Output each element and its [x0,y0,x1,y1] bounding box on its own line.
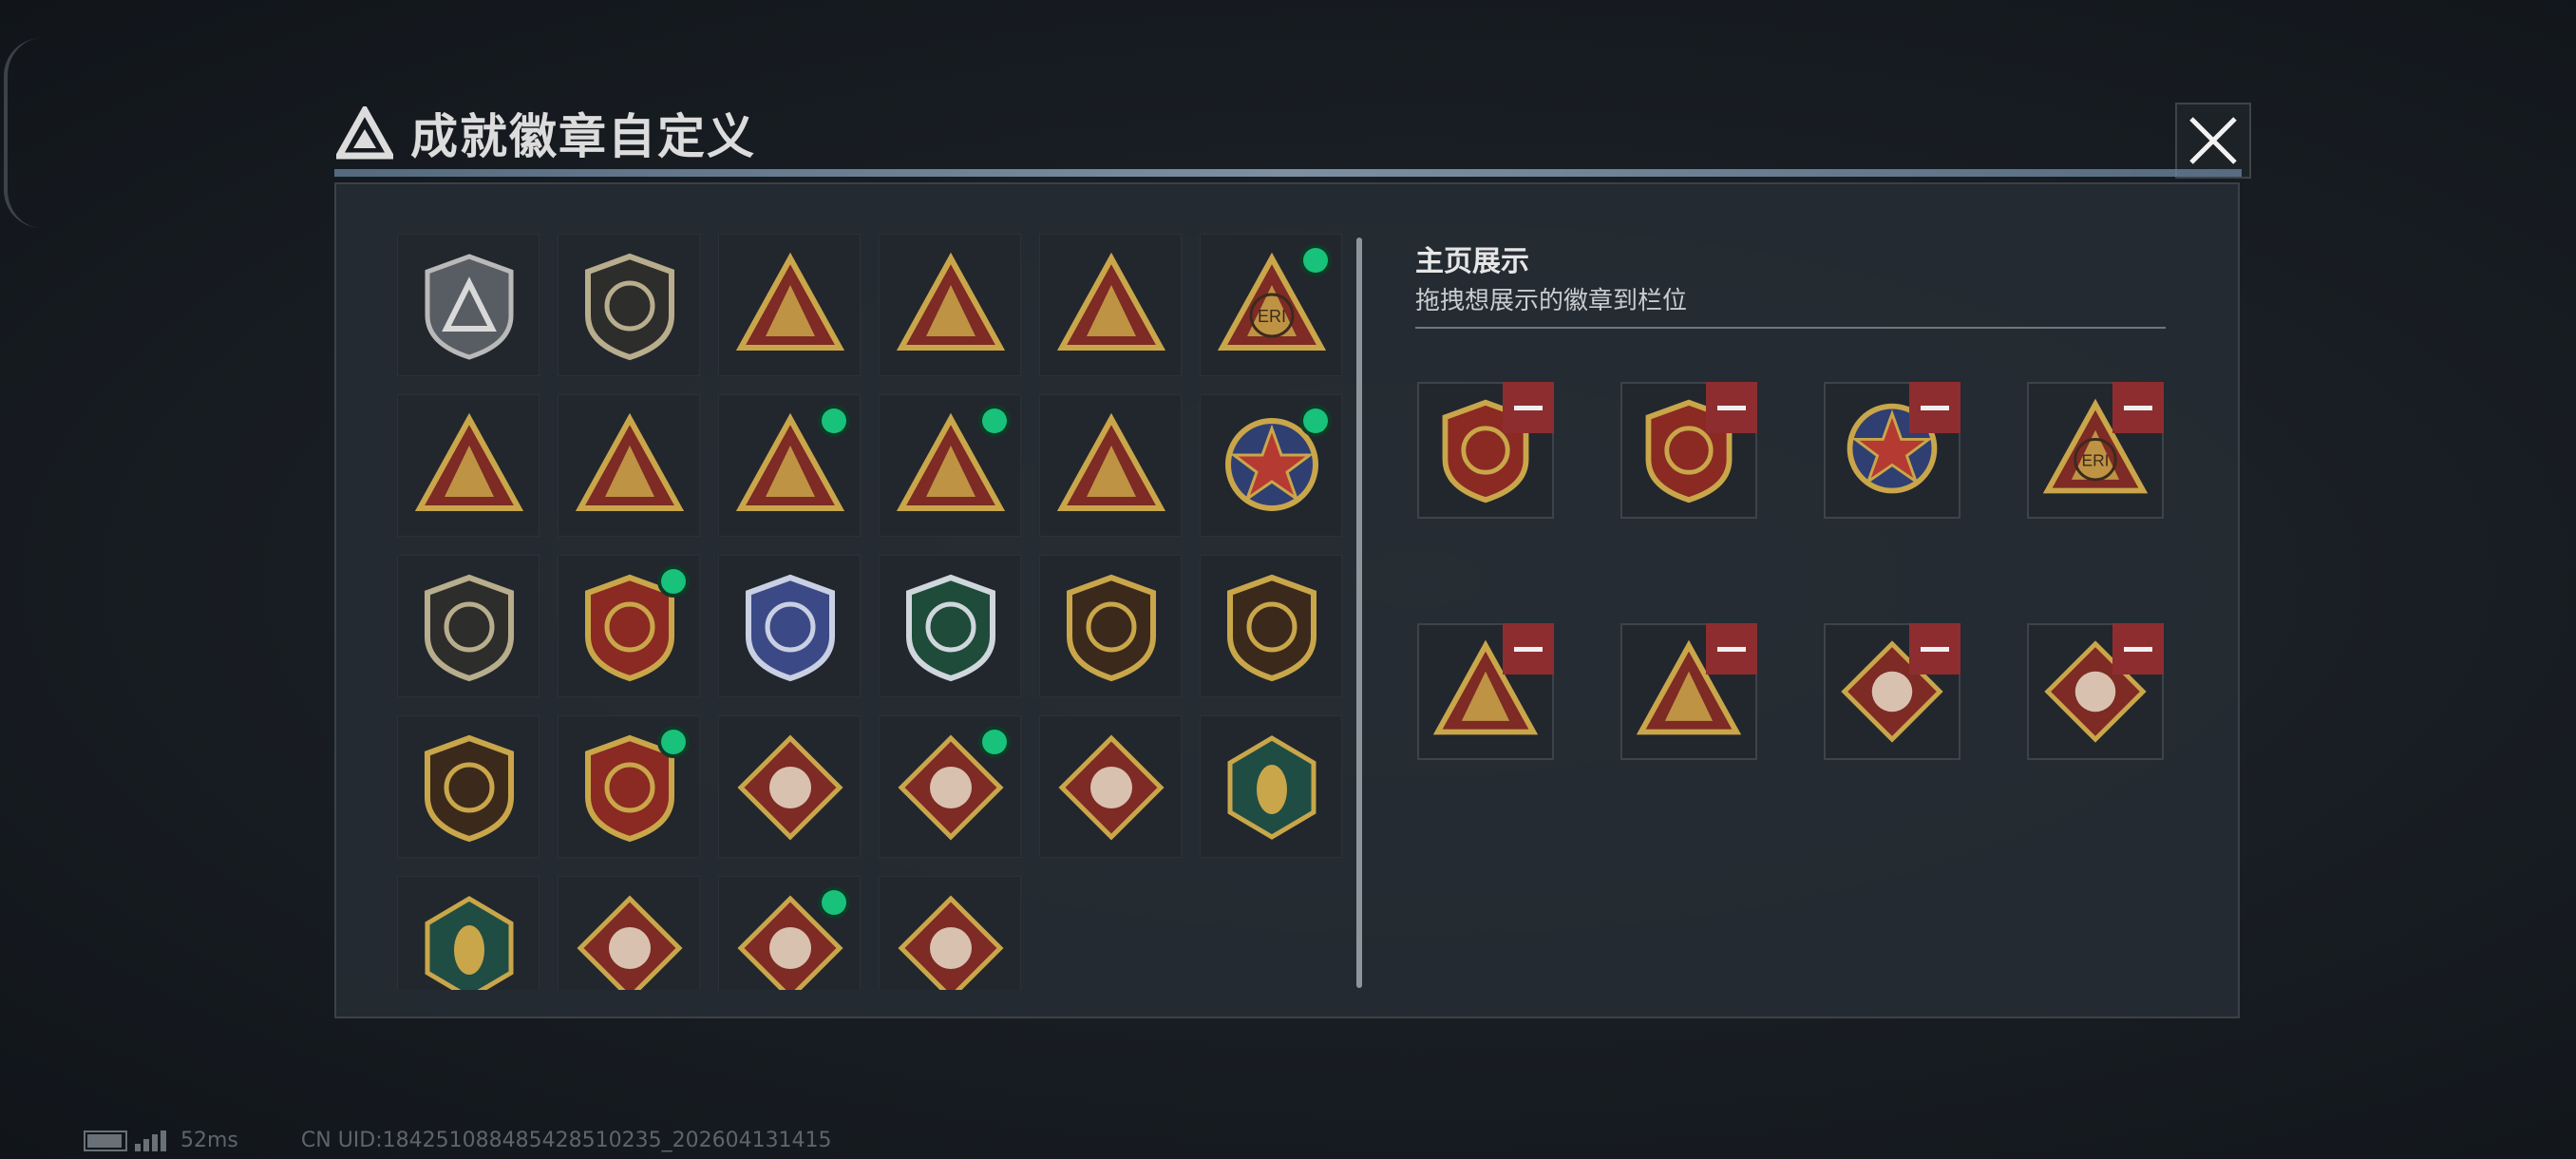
badge-cell[interactable] [879,234,1021,376]
remove-badge-button[interactable] [1706,382,1757,433]
equipped-indicator [822,408,846,433]
badge-cell[interactable] [1039,715,1182,858]
remove-badge-button[interactable] [1909,382,1960,433]
diamond-shield-badge-icon [746,574,835,682]
tower-triangle-badge-icon [735,252,845,351]
badge-cell[interactable]: ERI [1200,234,1342,376]
badge-cell[interactable] [1039,234,1182,376]
soldier-triangle-badge-icon [1056,252,1166,351]
badge-cell[interactable] [718,234,861,376]
page-title: 成就徽章自定义 [410,109,756,164]
remove-badge-button[interactable] [2112,382,2164,433]
equipped-indicator [822,890,846,915]
uid-text: CN UID:1842510884854285102​35_2026041314… [300,1129,832,1152]
showcase-slot[interactable] [1620,382,1757,519]
showcase-slot[interactable] [1824,623,1960,760]
close-button[interactable] [2175,103,2251,179]
badge-cell[interactable] [558,555,700,697]
showcase-title: 主页展示 [1415,245,1529,278]
badge-cell[interactable] [397,555,540,697]
hand-triangle-badge-icon [414,412,524,511]
showcase-subtitle: 拖拽想展示的徽章到栏位 [1415,287,1688,315]
remove-badge-button[interactable] [1503,623,1554,674]
badge-cell[interactable] [558,394,700,537]
badge-cell[interactable] [879,394,1021,537]
header-divider [334,169,2242,177]
badge-cell[interactable] [558,715,700,858]
showcase-slot[interactable] [1417,382,1554,519]
badge-cell[interactable] [1200,555,1342,697]
badge-cell[interactable] [1039,555,1182,697]
green-hexagon-badge-icon [425,896,514,990]
badge-cell[interactable] [558,234,700,376]
remove-badge-button[interactable] [2112,623,2164,674]
triangle-logo-icon [336,106,393,160]
badge-cell[interactable] [879,876,1021,990]
showcase-slot[interactable]: ERI [2027,382,2164,519]
badge-cell[interactable] [397,715,540,858]
remove-badge-button[interactable] [1909,623,1960,674]
remove-badge-button[interactable] [1706,623,1757,674]
showcase-slot[interactable] [1824,382,1960,519]
equipped-indicator [982,408,1007,433]
svg-text:ERI: ERI [1258,307,1286,326]
sniper-shield-badge-icon [425,734,514,843]
badge-cell[interactable] [397,394,540,537]
badge-cell[interactable] [718,876,861,990]
badge-cell[interactable] [1200,394,1342,537]
wolf-diamond-badge-icon [737,734,843,841]
wasp-hexagon-badge-icon [1227,735,1316,840]
equipped-indicator [661,569,686,594]
vehicle-triangle-badge-icon [896,252,1006,351]
badge-cell[interactable] [718,555,861,697]
badge-cell[interactable] [879,715,1021,858]
gray-shield-triangle-badge-icon [425,254,514,360]
signal-icon [135,1130,169,1151]
badge-cell[interactable] [1200,715,1342,858]
badge-cell[interactable] [1039,394,1182,537]
chevron-shield-badge-icon [425,574,514,682]
runner-diamond-badge-icon [898,895,1004,990]
squad-triangle-badge-icon [1056,412,1166,511]
showcase-slot[interactable] [1417,623,1554,760]
badge-cell[interactable] [718,394,861,537]
dragon-diamond-badge-icon [577,895,683,990]
battery-icon [84,1130,127,1151]
rifle-shield-badge-2-icon [1227,574,1316,682]
fist-diamond-badge-icon [1058,734,1165,841]
helicopter-shield-badge-icon [585,253,674,361]
grid-scrollbar[interactable] [1356,238,1362,988]
remove-badge-button[interactable] [1503,382,1554,433]
badge-grid[interactable]: ERI [397,234,1347,990]
badge-cell[interactable] [718,715,861,858]
screen-edge-arc [4,38,46,228]
close-icon [2189,117,2237,164]
status-footer: 52ms CN UID:1842510884854285102​35_20260… [84,1129,832,1152]
showcase-slot[interactable] [2027,623,2164,760]
svg-text:ERI: ERI [2082,450,2110,469]
badge-cell[interactable] [397,234,540,376]
number-one-triangle-badge-icon [575,412,685,511]
equipped-indicator [982,730,1007,754]
equipped-indicator [1303,248,1328,273]
equipped-indicator [661,730,686,754]
showcase-slot[interactable] [1620,623,1757,760]
badge-cell[interactable] [397,876,540,990]
window-header: 成就徽章自定义 [336,95,756,171]
rifle-shield-badge-icon [1067,574,1156,682]
equipped-indicator [1303,408,1328,433]
showcase-divider [1415,327,2166,329]
badge-cell[interactable] [558,876,700,990]
badge-cell[interactable] [879,555,1021,697]
ping-value: 52ms [180,1129,238,1152]
green-rifle-shield-badge-icon [906,574,995,682]
